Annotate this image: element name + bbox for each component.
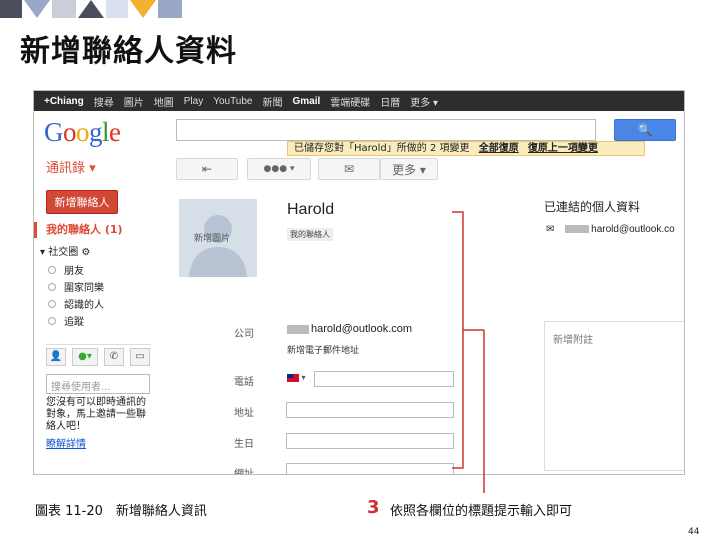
back-button[interactable]: ⇤ xyxy=(176,158,238,180)
circle-icon xyxy=(48,282,56,291)
linked-email-row[interactable]: ✉ harold@outlook.co xyxy=(546,224,675,235)
search-button[interactable]: 🔍 xyxy=(614,119,676,141)
gbar-item-drive[interactable]: 雲端硬碟 xyxy=(330,94,370,109)
avatar-icon[interactable]: 👤 xyxy=(46,347,66,366)
chat-icon[interactable]: ▭ xyxy=(130,347,150,366)
url-input[interactable] xyxy=(286,463,454,474)
more-button[interactable]: 更多 ▾ xyxy=(380,158,438,180)
circle-item-following[interactable]: 追蹤 xyxy=(48,313,84,328)
gbar-item-more[interactable]: 更多 ▾ xyxy=(410,94,438,109)
birthday-label: 生日 xyxy=(234,439,254,450)
learn-more-link[interactable]: 瞭解詳情 xyxy=(46,435,86,450)
circle-icon xyxy=(48,299,56,308)
email-button[interactable]: ✉ xyxy=(318,158,380,180)
contact-group-tag[interactable]: 我的聯絡人 xyxy=(287,228,333,241)
gbar-item-news[interactable]: 新聞 xyxy=(262,94,282,109)
circle-item-acquaintances[interactable]: 認識的人 xyxy=(48,296,104,311)
circle-item-family[interactable]: 圍家同樂 xyxy=(48,279,104,294)
slide-title: 新增聯絡人資料 xyxy=(20,34,237,69)
gbar-item-images[interactable]: 圖片 xyxy=(124,94,144,109)
chat-search-input[interactable]: 搜尋使用者... xyxy=(46,374,150,394)
google-logo[interactable]: Google xyxy=(44,117,121,148)
gbar-item-maps[interactable]: 地圖 xyxy=(154,94,174,109)
chat-toolbar: 👤 ●▾ ✆ ▭ xyxy=(46,344,151,368)
circles-button[interactable]: ●●● ▾ xyxy=(247,158,311,180)
circle-icon xyxy=(48,316,56,325)
taiwan-flag-icon xyxy=(287,373,299,382)
country-selector[interactable]: ▾ xyxy=(287,373,306,382)
phone-icon[interactable]: ✆ xyxy=(104,347,124,366)
gbar-item-user[interactable]: +Chiang xyxy=(44,96,84,107)
page-number: 44 xyxy=(688,527,700,537)
contact-name[interactable]: Harold xyxy=(287,201,334,219)
figure-caption: 圖表 11-20 新增聯絡人資訊 xyxy=(35,504,207,519)
undo-last-link[interactable]: 復原上一項變更 xyxy=(528,143,598,154)
gbar-item-search[interactable]: 搜尋 xyxy=(94,94,114,109)
search-input[interactable] xyxy=(176,119,596,141)
decorative-header-shapes xyxy=(0,0,182,18)
company-label: 公司 xyxy=(234,329,254,340)
notes-input[interactable]: 新增附註 xyxy=(544,321,684,471)
status-dot-icon[interactable]: ●▾ xyxy=(72,347,98,366)
birthday-input[interactable] xyxy=(286,433,454,449)
chat-empty-note: 您沒有可以即時通訊的對象，馬上邀請一些聯絡人吧！ xyxy=(46,397,146,432)
circles-header[interactable]: ▾ 社交圈 ⚙ xyxy=(40,243,90,258)
mail-icon: ✉ xyxy=(343,162,355,176)
circle-icon xyxy=(48,265,56,274)
gmail-contacts-screenshot: +Chiang 搜尋 圖片 地圖 Play YouTube 新聞 Gmail 雲… xyxy=(33,90,685,475)
linked-profiles-title: 已連結的個人資料 xyxy=(544,200,641,214)
undo-all-link[interactable]: 全部復原 xyxy=(479,143,519,154)
new-contact-button[interactable]: 新增聯絡人 xyxy=(46,190,118,214)
save-notice: 已儲存您對「Harold」所做的 2 項變更 全部復原 復原上一項變更 xyxy=(287,141,645,156)
search-icon: 🔍 xyxy=(637,123,653,137)
add-email-link[interactable]: 新增電子郵件地址 xyxy=(287,343,359,356)
step-caption: 依照各欄位的標題提示輸入即可 xyxy=(390,504,573,519)
gbar-item-play[interactable]: Play xyxy=(184,96,203,107)
gbar-item-calendar[interactable]: 日曆 xyxy=(380,94,400,109)
url-label: 網址 xyxy=(234,469,254,475)
address-input[interactable] xyxy=(286,402,454,418)
sidebar-item-my-contacts[interactable]: 我的聯絡人 (1) xyxy=(34,222,164,238)
phone-input[interactable] xyxy=(314,371,454,387)
phone-label: 電話 xyxy=(234,377,254,388)
mail-icon: ✉ xyxy=(546,224,555,235)
back-arrow-icon: ⇤ xyxy=(201,162,213,176)
gbar-item-gmail[interactable]: Gmail xyxy=(292,96,320,107)
contacts-menu[interactable]: 通訊錄 ▾ xyxy=(46,157,96,176)
address-label: 地址 xyxy=(234,408,254,419)
step-number: 3 xyxy=(367,497,380,518)
google-top-bar: +Chiang 搜尋 圖片 地圖 Play YouTube 新聞 Gmail 雲… xyxy=(34,91,684,111)
circles-icon: ●●● ▾ xyxy=(263,164,295,174)
email-value[interactable]: harold@outlook.com xyxy=(287,323,412,335)
gbar-item-youtube[interactable]: YouTube xyxy=(213,96,252,107)
circle-item-friends[interactable]: 朋友 xyxy=(48,262,84,277)
save-notice-text: 已儲存您對「Harold」所做的 2 項變更 xyxy=(294,143,470,154)
add-photo-label[interactable]: 新增圖片 xyxy=(194,231,230,244)
